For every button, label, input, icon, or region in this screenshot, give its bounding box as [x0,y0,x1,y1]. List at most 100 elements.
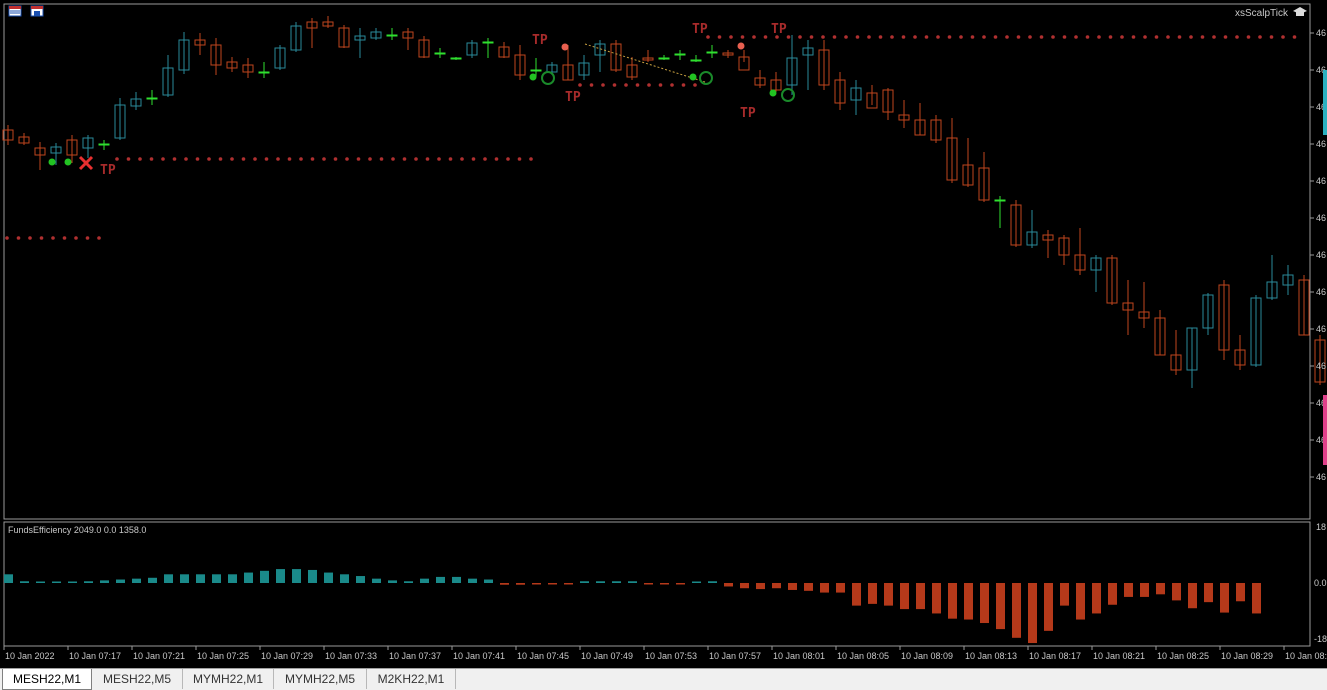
histogram-bar [756,583,765,590]
histogram-bar [980,583,989,624]
symbol-tab-bar: MESH22,M1 MESH22,M5 MYMH22,M1 MYMH22,M5 … [0,668,1327,690]
tp-dot [287,157,292,161]
tp-dot [74,236,78,240]
chart-list-icon[interactable] [8,5,22,17]
tp-dot [647,83,651,87]
histogram-bar [148,577,157,583]
time-label: 10 Jan 2022 [5,651,55,661]
histogram-bar [932,583,941,614]
histogram-bar [1188,583,1197,609]
time-label: 10 Jan 08:25 [1157,651,1209,661]
histogram-bar [1124,583,1133,597]
tab-mymh22-m5[interactable]: MYMH22,M5 [274,669,367,689]
tp-dot [1258,35,1262,39]
histogram-bar [484,579,493,583]
tp-dot [1189,35,1193,39]
tp-dot [1223,35,1228,39]
tp-dot [601,83,605,87]
tab-m2kh22-m1[interactable]: M2KH22,M1 [367,669,456,689]
tp-dot [1200,35,1205,39]
tp-dot [28,236,32,240]
histogram-bar [52,581,61,583]
price-label: 46 [1316,287,1326,297]
time-label: 10 Jan 07:17 [69,651,121,661]
time-label: 10 Jan 08:29 [1221,651,1273,661]
tab-mesh22-m1[interactable]: MESH22,M1 [2,669,92,690]
histogram-bar [916,583,925,610]
price-label: 46 [1316,213,1326,223]
histogram-bar [820,583,829,593]
tp-dot [51,236,55,240]
candle-body [98,143,110,146]
tp-dot [913,35,917,39]
candle-body [994,199,1006,202]
histogram-bar [324,572,333,583]
tab-mesh22-m5[interactable]: MESH22,M5 [92,669,183,689]
histogram-bar [900,583,909,610]
price-chart[interactable]: TPTPTPTP TPTP 46464646464646464646464646 … [0,0,1327,668]
histogram-bar [596,581,605,583]
tp-dot [717,35,722,39]
histogram-bar [260,570,269,583]
histogram-bar [100,580,109,583]
tp-dot [1281,35,1285,39]
tp-dot [494,157,499,161]
histogram-bar [804,583,813,591]
entry-dot [48,158,56,166]
tp-dot [448,157,453,161]
time-label: 10 Jan 07:45 [517,651,569,661]
histogram-bar [468,578,477,583]
tp-dot [483,157,487,161]
candle-body [450,57,462,60]
tab-mymh22-m1[interactable]: MYMH22,M1 [183,669,274,689]
histogram-bar [564,583,573,585]
histogram-bar [948,583,957,619]
time-label: 10 Jan 07:41 [453,651,505,661]
tp-dot [740,35,745,39]
tp-dot [391,157,395,161]
tp-dot [62,236,67,240]
histogram-bar [244,572,253,583]
ask-marker [1323,395,1327,465]
time-label: 10 Jan 08:05 [837,651,889,661]
tp-dot [693,83,697,87]
tp-dot [529,157,533,161]
tp-dot [138,157,142,161]
save-template-icon[interactable] [30,5,44,17]
tp-dot [1166,35,1170,39]
tp-dot [1131,35,1136,39]
entry-dot [64,158,72,166]
candle-body [482,41,494,44]
histogram-bar [1108,583,1117,605]
histogram-bar [36,581,45,583]
entry-dot [689,73,697,81]
histogram-bar [836,583,845,593]
tp-dot [993,35,998,39]
tp-dot [936,35,940,39]
tp-dot [241,157,246,161]
tp-dot [1039,35,1044,39]
tp-dot [1177,35,1182,39]
candle-body [434,52,446,55]
histogram-bar [676,583,685,585]
tp-dot [635,83,640,87]
tp-dot [161,157,165,161]
tp-dot [207,157,211,161]
tp-dot [437,157,441,161]
price-label: 46 [1316,324,1326,334]
histogram-bar [884,583,893,606]
tp-dot [1005,35,1009,39]
histogram-bar [580,581,589,583]
time-label: 10 Jan 07:37 [389,651,441,661]
tp-dot [276,157,280,161]
tp-dot [368,157,372,161]
histogram-bar [852,583,861,606]
histogram-bar [1236,583,1245,602]
price-label: 46 [1316,28,1326,38]
histogram-bar [116,579,125,583]
tp-dot [471,157,476,161]
tp-dot [786,35,791,39]
tp-dot [517,157,522,161]
time-label: 10 Jan 07:21 [133,651,185,661]
tp-dot [333,157,338,161]
